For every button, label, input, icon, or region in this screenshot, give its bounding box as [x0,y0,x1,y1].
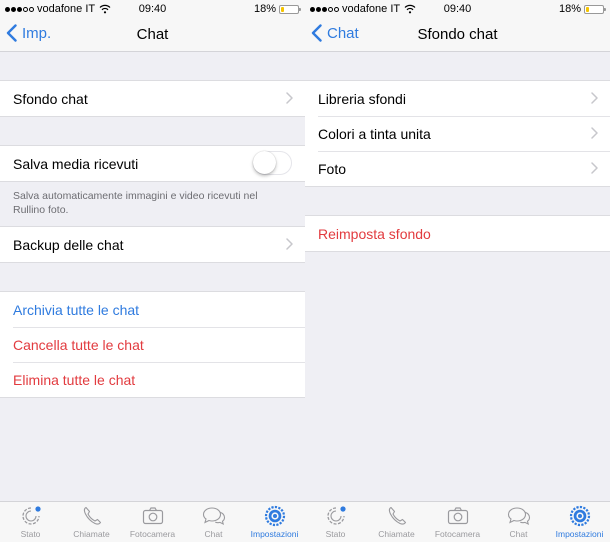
tab-chat[interactable]: Chat [488,502,549,542]
settings-group: Backup delle chat [0,226,305,263]
status-right: 18% [558,3,606,15]
tab-stato[interactable]: Stato [0,502,61,542]
row-label: Salva media ricevuti [13,155,139,172]
chevron-left-icon [311,24,327,42]
settings-list: Sfondo chat Salva media ricevuti Salva aut… [0,52,305,501]
back-button[interactable]: Chat [311,24,359,42]
battery-percent: 18% [253,3,276,15]
tab-impostazioni[interactable]: Impostazioni [549,502,610,542]
settings-group: Sfondo chat [0,80,305,117]
navigation-bar: Chat Sfondo chat [305,18,610,52]
tab-label: Stato [325,529,346,539]
chevron-right-icon [286,92,293,104]
row-label: Foto [318,160,347,177]
status-right: 18% [253,3,301,15]
row-label: Cancella tutte le chat [13,336,144,353]
status-bar: vodafone IT 09:40 18% [305,0,610,18]
row-libreria-sfondi[interactable]: Libreria sfondi [305,81,610,116]
tab-label: Stato [20,529,41,539]
tab-label: Fotocamera [434,529,481,539]
row-archivia-tutte-le-chat[interactable]: Archivia tutte le chat [0,292,305,327]
back-button-label: Imp. [22,24,52,42]
row-salva-media-ricevuti: Salva media ricevuti [0,146,305,181]
row-foto[interactable]: Foto [305,151,610,186]
settings-group: Archivia tutte le chat Cancella tutte le … [0,291,305,398]
tab-label: Fotocamera [129,529,176,539]
app-root: vodafone IT 09:40 18% Imp. Chat Sfondo chat Sa… [0,0,610,542]
phone-icon [80,505,104,527]
back-button[interactable]: Imp. [6,24,51,42]
tab-label: Chiamate [73,529,110,539]
chat-bubbles-icon [507,505,531,527]
camera-icon [141,505,165,527]
save-media-toggle[interactable] [253,151,292,175]
tab-label: Chat [204,529,223,539]
status-bar: vodafone IT 09:40 18% [0,0,305,18]
row-cancella-tutte-le-chat[interactable]: Cancella tutte le chat [0,327,305,362]
settings-gear-icon [568,505,592,527]
tab-label: Chiamate [378,529,415,539]
chevron-right-icon [286,238,293,250]
row-label: Colori a tinta unita [318,125,431,142]
toggle-knob [253,151,276,174]
phone-icon [385,505,409,527]
battery-icon [584,4,606,14]
chevron-right-icon [591,92,598,104]
tab-stato[interactable]: Stato [305,502,366,542]
row-sfondo-chat[interactable]: Sfondo chat [0,81,305,116]
tab-bar: Stato Chiamate Fotocamera Chat Impostazioni [0,501,305,542]
chevron-right-icon [591,162,598,174]
battery-icon [279,4,301,14]
screen-wallpaper-settings: vodafone IT 09:40 18% Chat Sfondo chat Librer… [305,0,610,542]
settings-group: Salva media ricevuti [0,145,305,182]
row-backup-delle-chat[interactable]: Backup delle chat [0,227,305,262]
chevron-right-icon [591,127,598,139]
tab-label: Chat [509,529,528,539]
settings-group: Libreria sfondi Colori a tinta unita Foto [305,80,610,187]
tab-impostazioni[interactable]: Impostazioni [244,502,305,542]
row-label: Backup delle chat [13,236,124,253]
tab-chiamate[interactable]: Chiamate [61,502,122,542]
tab-chat[interactable]: Chat [183,502,244,542]
tab-fotocamera[interactable]: Fotocamera [122,502,183,542]
section-footer: Salva automaticamente immagini e video r… [13,190,258,216]
settings-group: Reimposta sfondo [305,215,610,252]
tab-fotocamera[interactable]: Fotocamera [427,502,488,542]
status-icon [324,505,348,527]
row-label: Elimina tutte le chat [13,371,136,388]
battery-percent: 18% [558,3,581,15]
tab-bar: Stato Chiamate Fotocamera Chat Impostazioni [305,501,610,542]
row-reimposta-sfondo[interactable]: Reimposta sfondo [305,216,610,251]
camera-icon [446,505,470,527]
back-button-label: Chat [327,24,359,42]
settings-list: Libreria sfondi Colori a tinta unita Foto R… [305,52,610,501]
tab-label: Impostazioni [555,529,604,539]
status-icon [19,505,43,527]
row-label: Archivia tutte le chat [13,301,140,318]
chevron-left-icon [6,24,22,42]
row-elimina-tutte-le-chat[interactable]: Elimina tutte le chat [0,362,305,397]
tab-label: Impostazioni [250,529,299,539]
chat-bubbles-icon [202,505,226,527]
row-label: Sfondo chat [13,90,88,107]
settings-gear-icon [263,505,287,527]
row-label: Libreria sfondi [318,90,406,107]
navigation-bar: Imp. Chat [0,18,305,52]
screen-chat-settings: vodafone IT 09:40 18% Imp. Chat Sfondo chat Sa… [0,0,305,542]
row-colori-a-tinta-unita[interactable]: Colori a tinta unita [305,116,610,151]
row-label: Reimposta sfondo [318,225,431,242]
tab-chiamate[interactable]: Chiamate [366,502,427,542]
